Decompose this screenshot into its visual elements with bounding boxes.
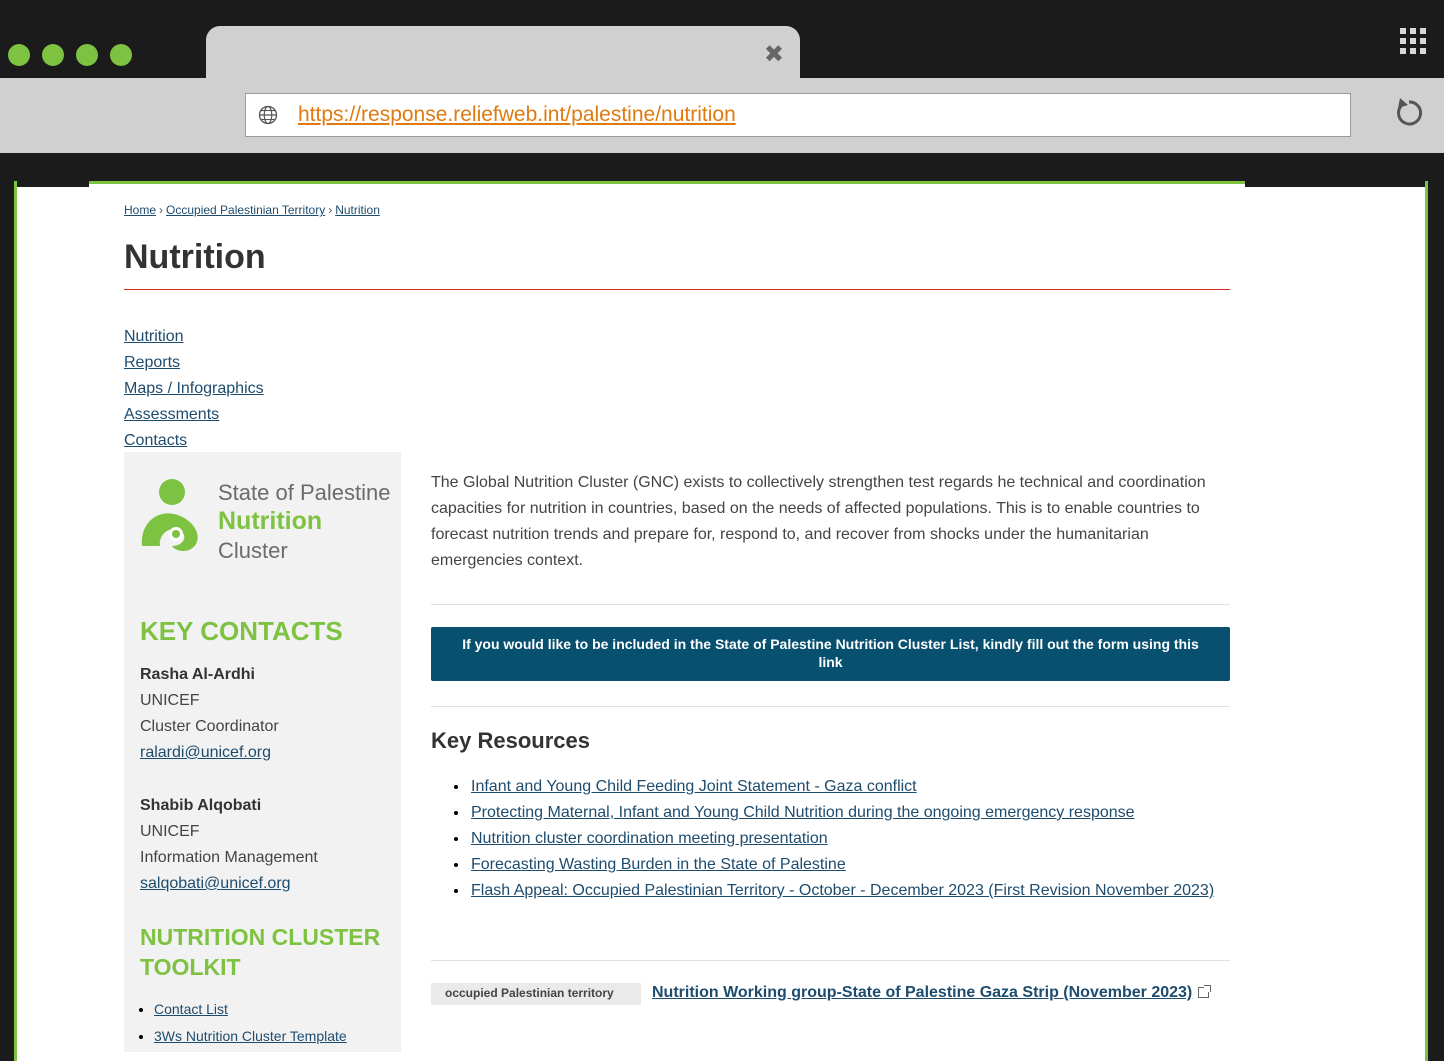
contact-card: Rasha Al-Ardhi UNICEF Cluster Coordinato…: [140, 662, 279, 766]
url-text[interactable]: https://response.reliefweb.int/palestine…: [298, 103, 736, 127]
section-nav-item: Maps / Infographics: [124, 376, 264, 402]
window-dot-3[interactable]: [76, 44, 98, 66]
page-content: Home › Occupied Palestinian Territory › Nutr…: [17, 184, 1425, 1061]
resource-item: Forecasting Wasting Burden in the State …: [469, 852, 1229, 878]
toolkit-link-contact-list[interactable]: Contact List: [154, 1001, 228, 1017]
signup-banner-link[interactable]: If you would like to be included in the …: [431, 627, 1230, 681]
section-nav-item: Contacts: [124, 428, 264, 454]
contact-org: UNICEF: [140, 692, 200, 709]
logo-text: State of Palestine Nutrition Cluster: [218, 478, 390, 565]
section-divider: [431, 706, 1230, 707]
breadcrumb-territory[interactable]: Occupied Palestinian Territory: [166, 203, 325, 217]
nav-link-assessments[interactable]: Assessments: [124, 406, 219, 423]
external-link-icon: [1198, 985, 1212, 998]
close-icon[interactable]: ✖: [764, 40, 784, 68]
contact-card: Shabib Alqobati UNICEF Information Manag…: [140, 793, 318, 897]
browser-titlebar: ✖: [0, 8, 1444, 80]
section-nav: Nutrition Reports Maps / Infographics As…: [124, 324, 264, 454]
window-dot-4[interactable]: [110, 44, 132, 66]
breadcrumb-home[interactable]: Home: [124, 203, 156, 217]
resource-link[interactable]: Protecting Maternal, Infant and Young Ch…: [471, 804, 1135, 821]
window-dot-1[interactable]: [8, 44, 30, 66]
nav-link-reports[interactable]: Reports: [124, 354, 180, 371]
nav-link-contacts[interactable]: Contacts: [124, 432, 187, 449]
resource-link[interactable]: Nutrition cluster coordination meeting p…: [471, 830, 828, 847]
contact-name: Rasha Al-Ardhi: [140, 666, 255, 683]
key-contacts-heading: KEY CONTACTS: [140, 616, 343, 646]
section-divider: [431, 960, 1230, 961]
toolkit-list: Contact List 3Ws Nutrition Cluster Templ…: [154, 996, 347, 1050]
resource-item: Infant and Young Child Feeding Joint Sta…: [469, 774, 1229, 800]
title-divider: [124, 289, 1230, 290]
report-item: Nutrition Working group-State of Palesti…: [431, 979, 1231, 1006]
contact-name: Shabib Alqobati: [140, 797, 262, 814]
apps-grid-icon[interactable]: [1400, 28, 1426, 54]
globe-icon: [258, 105, 278, 125]
page-frame: Home › Occupied Palestinian Territory › Nutr…: [14, 181, 1428, 1061]
breadcrumb-nutrition[interactable]: Nutrition: [335, 203, 380, 217]
breadcrumb: Home › Occupied Palestinian Territory › Nutr…: [124, 203, 380, 217]
report-title-link[interactable]: Nutrition Working group-State of Palesti…: [652, 984, 1192, 1001]
contact-email[interactable]: salqobati@unicef.org: [140, 875, 291, 892]
resource-link[interactable]: Infant and Young Child Feeding Joint Sta…: [471, 778, 917, 795]
section-nav-item: Assessments: [124, 402, 264, 428]
main-content: The Global Nutrition Cluster (GNC) exist…: [431, 470, 1231, 1005]
key-resources-heading: Key Resources: [431, 728, 590, 753]
nav-link-maps[interactable]: Maps / Infographics: [124, 380, 264, 397]
contact-role: Information Management: [140, 849, 318, 866]
reload-icon[interactable]: [1392, 96, 1426, 130]
page-title: Nutrition: [124, 238, 266, 276]
toolkit-link-3ws-template[interactable]: 3Ws Nutrition Cluster Template: [154, 1028, 347, 1044]
toolkit-heading: NUTRITION CLUSTER TOOLKIT: [140, 924, 381, 980]
resource-item: Flash Appeal: Occupied Palestinian Terri…: [469, 878, 1229, 904]
breadcrumb-separator: ›: [159, 203, 164, 217]
address-bar-row: https://response.reliefweb.int/palestine…: [0, 78, 1444, 153]
resource-item: Protecting Maternal, Infant and Young Ch…: [469, 800, 1229, 826]
toolkit-item: 3Ws Nutrition Cluster Template: [154, 1023, 347, 1050]
browser-tab[interactable]: ✖: [206, 26, 800, 80]
logo-line-1: State of Palestine: [218, 480, 391, 505]
cluster-logo: State of Palestine Nutrition Cluster: [138, 466, 398, 563]
toolkit-item: Contact List: [154, 996, 347, 1023]
section-nav-item: Nutrition: [124, 324, 264, 350]
intro-paragraph: The Global Nutrition Cluster (GNC) exist…: [431, 474, 1206, 569]
nav-link-nutrition[interactable]: Nutrition: [124, 328, 184, 345]
breadcrumb-separator: ›: [328, 203, 333, 217]
key-resources-list: Infant and Young Child Feeding Joint Sta…: [469, 774, 1229, 904]
contact-role: Cluster Coordinator: [140, 718, 279, 735]
resource-item: Nutrition cluster coordination meeting p…: [469, 826, 1229, 852]
resource-link[interactable]: Forecasting Wasting Burden in the State …: [471, 856, 846, 873]
mother-child-icon: [141, 479, 198, 551]
logo-line-2: Nutrition: [218, 507, 323, 535]
section-divider: [431, 604, 1230, 605]
logo-line-3: Cluster: [218, 538, 288, 563]
contact-org: UNICEF: [140, 823, 200, 840]
resource-link[interactable]: Flash Appeal: Occupied Palestinian Terri…: [471, 882, 1214, 899]
address-bar[interactable]: https://response.reliefweb.int/palestine…: [245, 93, 1351, 137]
section-nav-item: Reports: [124, 350, 264, 376]
window-controls: [8, 44, 132, 66]
contact-email[interactable]: ralardi@unicef.org: [140, 744, 271, 761]
sidebar: State of Palestine Nutrition Cluster KEY…: [124, 452, 401, 1052]
window-dot-2[interactable]: [42, 44, 64, 66]
